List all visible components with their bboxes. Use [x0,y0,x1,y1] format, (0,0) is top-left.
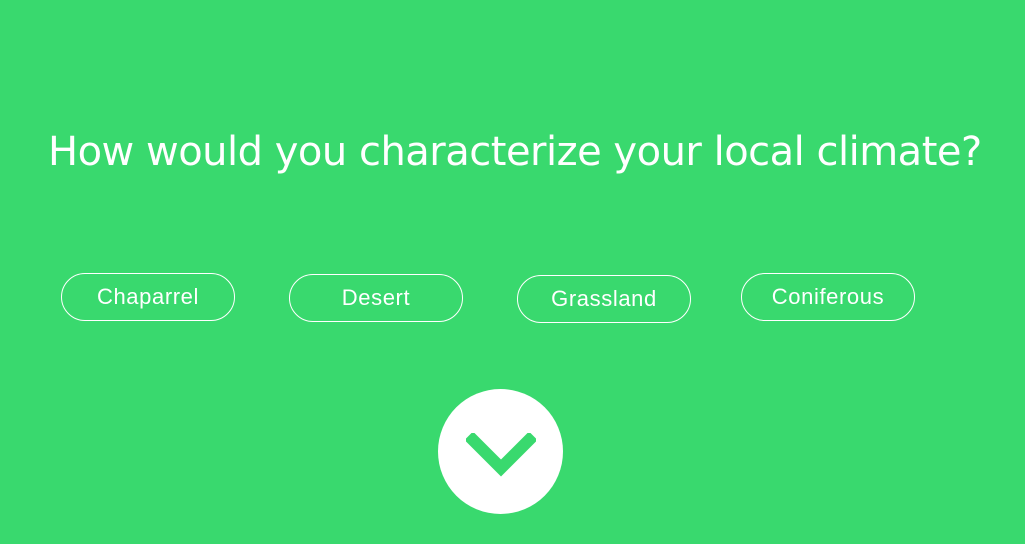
option-grassland-button[interactable]: Grassland [517,275,691,323]
option-coniferous-button[interactable]: Coniferous [741,273,915,321]
option-chaparrel-button[interactable]: Chaparrel [61,273,235,321]
chevron-down-icon [465,427,536,477]
next-question-button[interactable] [438,389,563,514]
question-heading: How would you characterize your local cl… [48,129,982,175]
option-desert-button[interactable]: Desert [289,274,463,322]
